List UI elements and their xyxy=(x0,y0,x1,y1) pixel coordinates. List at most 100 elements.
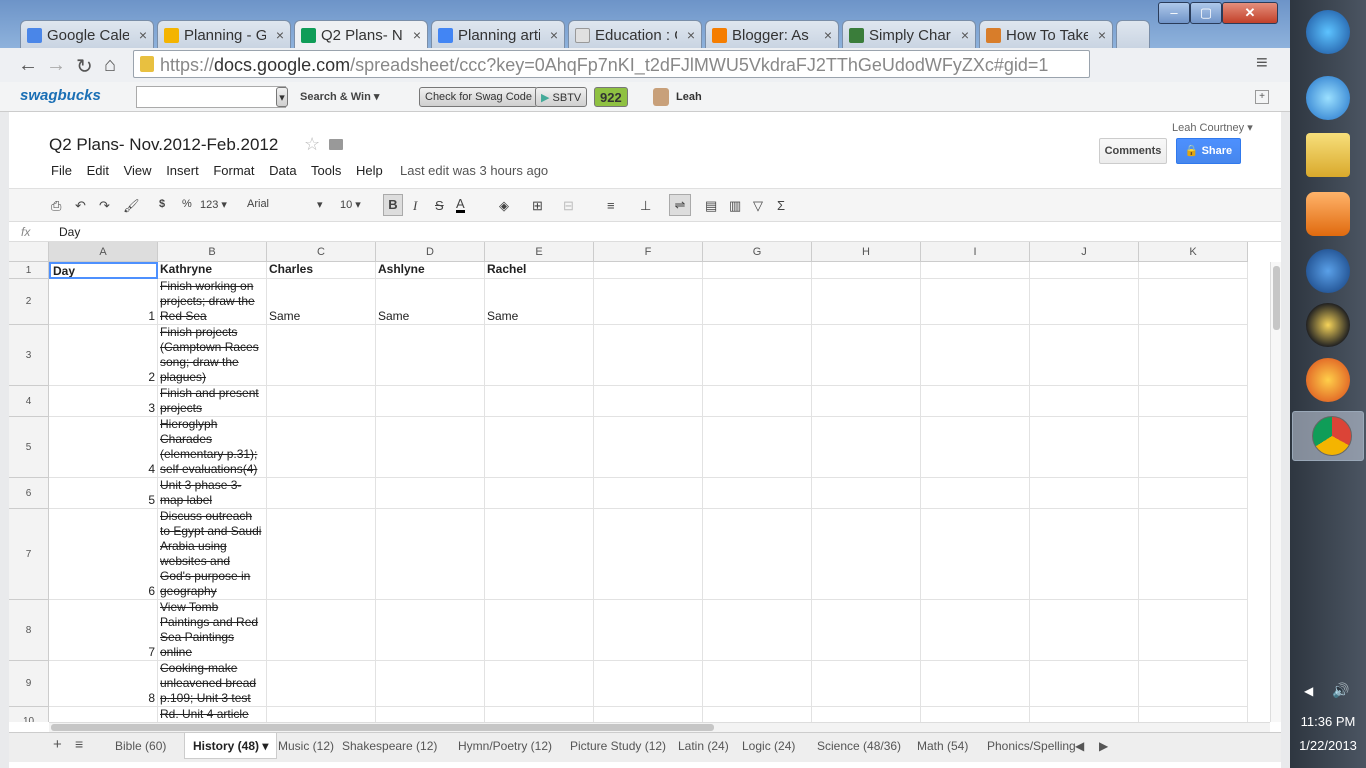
swagbucks-search-input[interactable] xyxy=(136,86,286,108)
undo-icon[interactable]: ↶ xyxy=(75,198,86,214)
menu-tools[interactable]: Tools xyxy=(311,163,341,178)
sheet-tab[interactable]: Shakespeare (12) xyxy=(342,739,437,753)
page-title[interactable]: Q2 Plans- Nov.2012-Feb.2012 xyxy=(49,135,278,155)
empty-cell[interactable] xyxy=(1030,600,1139,661)
forward-icon[interactable]: → xyxy=(46,54,66,77)
row-header[interactable]: 3 xyxy=(9,325,49,386)
percent-format-button[interactable]: % xyxy=(182,198,192,210)
empty-cell[interactable] xyxy=(921,262,1030,279)
cell-a5[interactable]: 4 xyxy=(49,417,158,478)
folder-icon[interactable] xyxy=(329,139,343,150)
sheet-tab[interactable]: Music (12) xyxy=(278,739,334,753)
close-tab-icon[interactable]: × xyxy=(961,27,969,43)
empty-cell[interactable] xyxy=(594,386,703,417)
empty-cell[interactable] xyxy=(1139,386,1248,417)
cell-c2[interactable]: Same xyxy=(267,279,376,325)
fill-color-icon[interactable]: ◈ xyxy=(499,198,509,214)
borders-icon[interactable]: ⊞ xyxy=(532,198,543,214)
column-header-g[interactable]: G xyxy=(703,242,812,262)
internet-explorer-icon[interactable] xyxy=(1306,76,1350,120)
cell-e6[interactable] xyxy=(485,478,594,509)
empty-cell[interactable] xyxy=(921,478,1030,509)
merge-cells-icon[interactable]: ⊟ xyxy=(563,198,574,214)
tab-simply-charlotte-mason[interactable]: Simply Charlotte Mason× xyxy=(842,20,976,48)
empty-cell[interactable] xyxy=(703,279,812,325)
cell-c5[interactable] xyxy=(267,417,376,478)
wrap-text-icon[interactable]: ⇌ xyxy=(669,194,691,216)
column-header-j[interactable]: J xyxy=(1030,242,1139,262)
empty-cell[interactable] xyxy=(1139,325,1248,386)
empty-cell[interactable] xyxy=(1139,478,1248,509)
empty-cell[interactable] xyxy=(921,386,1030,417)
add-sheet-icon[interactable]: + xyxy=(53,736,62,753)
tab-planning-articles[interactable]: Planning articles× xyxy=(431,20,565,48)
scroll-right-icon[interactable]: ▶ xyxy=(1099,739,1108,753)
empty-cell[interactable] xyxy=(1139,707,1248,722)
close-tab-icon[interactable]: × xyxy=(687,27,695,43)
tab-how-to-take[interactable]: How To Take × xyxy=(979,20,1113,48)
empty-cell[interactable] xyxy=(1030,262,1139,279)
print-icon[interactable]: ⎙ xyxy=(51,198,61,214)
empty-cell[interactable] xyxy=(1030,325,1139,386)
align-left-icon[interactable]: ≡ xyxy=(607,198,615,213)
empty-cell[interactable] xyxy=(1139,661,1248,707)
row-header[interactable]: 4 xyxy=(9,386,49,417)
cell-a7[interactable]: 6 xyxy=(49,509,158,600)
last-edit-status[interactable]: Last edit was 3 hours ago xyxy=(400,163,548,178)
notification-arrow-icon[interactable]: ◀ xyxy=(1304,684,1313,698)
empty-cell[interactable] xyxy=(703,478,812,509)
cell-b6[interactable]: Unit 3 phase 3-map label xyxy=(158,478,267,509)
empty-cell[interactable] xyxy=(1139,509,1248,600)
cell-d7[interactable] xyxy=(376,509,485,600)
empty-cell[interactable] xyxy=(703,325,812,386)
cell-a6[interactable]: 5 xyxy=(49,478,158,509)
cell-e1[interactable]: Rachel xyxy=(485,262,594,279)
column-header-a[interactable]: A xyxy=(49,242,158,262)
column-header-d[interactable]: D xyxy=(376,242,485,262)
column-header-k[interactable]: K xyxy=(1139,242,1248,262)
menu-data[interactable]: Data xyxy=(269,163,296,178)
empty-cell[interactable] xyxy=(703,386,812,417)
tab-q2-plans[interactable]: Q2 Plans- Nov.2012-Feb.2012× xyxy=(294,20,428,48)
empty-cell[interactable] xyxy=(703,707,812,722)
cell-c1[interactable]: Charles xyxy=(267,262,376,279)
paint-format-icon[interactable]: 🖌 xyxy=(123,198,140,214)
currency-format-button[interactable]: $ xyxy=(159,198,165,210)
empty-cell[interactable] xyxy=(921,417,1030,478)
speaker-app-icon[interactable] xyxy=(1306,303,1350,347)
volume-icon[interactable]: 🔊 xyxy=(1332,682,1349,699)
empty-cell[interactable] xyxy=(594,262,703,279)
strikethrough-button[interactable]: S xyxy=(435,198,444,213)
sheet-tab[interactable]: Logic (24) xyxy=(742,739,795,753)
vertical-scroll-thumb[interactable] xyxy=(1273,266,1280,330)
row-header[interactable]: 1 xyxy=(9,262,49,279)
empty-cell[interactable] xyxy=(812,279,921,325)
tab-planning-drive[interactable]: Planning - Google Drive× xyxy=(157,20,291,48)
account-menu[interactable]: Leah Courtney ▾ xyxy=(1172,121,1253,134)
close-tab-icon[interactable]: × xyxy=(824,27,832,43)
row-header[interactable]: 10 xyxy=(9,707,49,722)
sheet-tab[interactable]: Math (54) xyxy=(917,739,968,753)
swagbucks-user[interactable]: Leah xyxy=(676,91,702,103)
cell-e8[interactable] xyxy=(485,600,594,661)
tab-blogger[interactable]: Blogger: As × xyxy=(705,20,839,48)
empty-cell[interactable] xyxy=(594,417,703,478)
font-size-select[interactable]: 10 ▾ xyxy=(340,198,361,211)
cell-c6[interactable] xyxy=(267,478,376,509)
vertical-align-icon[interactable]: ⊥ xyxy=(640,198,651,214)
expand-icon[interactable]: + xyxy=(1255,90,1269,104)
vertical-scrollbar[interactable] xyxy=(1270,262,1281,722)
cell-c8[interactable] xyxy=(267,600,376,661)
empty-cell[interactable] xyxy=(812,262,921,279)
tab-education[interactable]: Education : G × xyxy=(568,20,702,48)
empty-cell[interactable] xyxy=(921,600,1030,661)
cell-b9[interactable]: Cooking-make unleavened bread p.109; Uni… xyxy=(158,661,267,707)
sheet-tab[interactable]: Phonics/Spelling xyxy=(987,739,1076,753)
cell-b3[interactable]: Finish projects (Camptown Races song; dr… xyxy=(158,325,267,386)
maximize-button[interactable]: ▢ xyxy=(1190,2,1222,24)
row-header[interactable]: 5 xyxy=(9,417,49,478)
sbtv-button[interactable]: ▶ SBTV xyxy=(535,87,588,107)
menu-file[interactable]: File xyxy=(51,163,72,178)
media-player-icon[interactable] xyxy=(1306,192,1350,236)
empty-cell[interactable] xyxy=(812,707,921,722)
